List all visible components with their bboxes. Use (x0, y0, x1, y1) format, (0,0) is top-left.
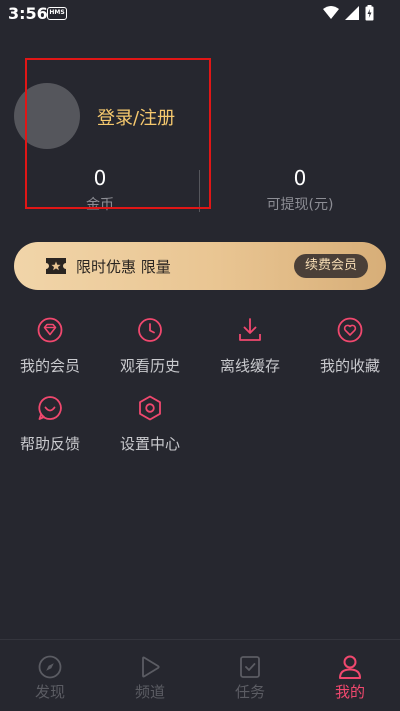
grid-label-vip: 我的会员 (19, 357, 80, 375)
nav-channels[interactable]: 频道 (100, 654, 200, 702)
status-icons (323, 5, 374, 21)
nav-discover[interactable]: 发现 (0, 654, 100, 702)
status-bar: 3:56 HMS (0, 0, 400, 28)
clock-icon (138, 318, 162, 342)
withdrawable-label: 可提现(元) (266, 197, 334, 213)
wifi-icon (323, 6, 339, 19)
highlight-box (25, 58, 211, 209)
grid-item-help-feedback[interactable]: 帮助反馈 (10, 395, 90, 454)
grid-label-favorites: 我的收藏 (319, 357, 380, 375)
nav-mine-label: 我的 (334, 683, 365, 701)
play-icon (142, 656, 160, 678)
nav-discover-label: 发现 (34, 683, 65, 701)
signal-icon (345, 6, 359, 20)
grid-item-offline-cache[interactable]: 离线缓存 (210, 317, 290, 376)
grid-label-history: 观看历史 (119, 357, 180, 375)
user-icon (339, 655, 361, 679)
grid-label-settings: 设置中心 (119, 435, 180, 453)
grid-label-offline-cache: 离线缓存 (219, 357, 280, 375)
gear-hexagon-icon (139, 395, 161, 421)
hms-badge: HMS (47, 7, 67, 20)
vip-banner-text: 限时优惠 限量 (76, 258, 171, 276)
compass-icon (38, 655, 62, 679)
bottom-nav: 发现 频道 任务 我的 (0, 639, 400, 711)
diamond-icon (37, 317, 63, 343)
withdrawable-stat[interactable]: 0 可提现(元) (200, 166, 400, 214)
download-icon (239, 318, 261, 341)
renew-vip-button[interactable]: 续费会员 (293, 254, 368, 278)
nav-mine[interactable]: 我的 (300, 654, 400, 702)
grid-item-settings[interactable]: 设置中心 (110, 395, 190, 454)
grid-label-help-feedback: 帮助反馈 (19, 435, 80, 453)
nav-tasks[interactable]: 任务 (200, 654, 300, 702)
task-check-icon (240, 656, 260, 678)
nav-channels-label: 频道 (134, 683, 165, 701)
vip-banner[interactable]: 限时优惠 限量 续费会员 (14, 242, 386, 290)
status-time: 3:56 (8, 4, 48, 23)
heart-icon (337, 317, 363, 343)
grid-item-history[interactable]: 观看历史 (110, 317, 190, 376)
grid-item-vip[interactable]: 我的会员 (10, 317, 90, 376)
withdrawable-value: 0 (293, 166, 307, 190)
profile-screen: 3:56 HMS 登录/注册 0 金币 0 可提现(元) 限时优惠 限量 续费会… (0, 0, 400, 711)
grid-item-favorites[interactable]: 我的收藏 (310, 317, 390, 376)
vip-ticket-icon (46, 258, 66, 274)
nav-tasks-label: 任务 (234, 683, 265, 701)
smile-chat-icon (38, 396, 62, 420)
battery-icon (365, 5, 374, 21)
